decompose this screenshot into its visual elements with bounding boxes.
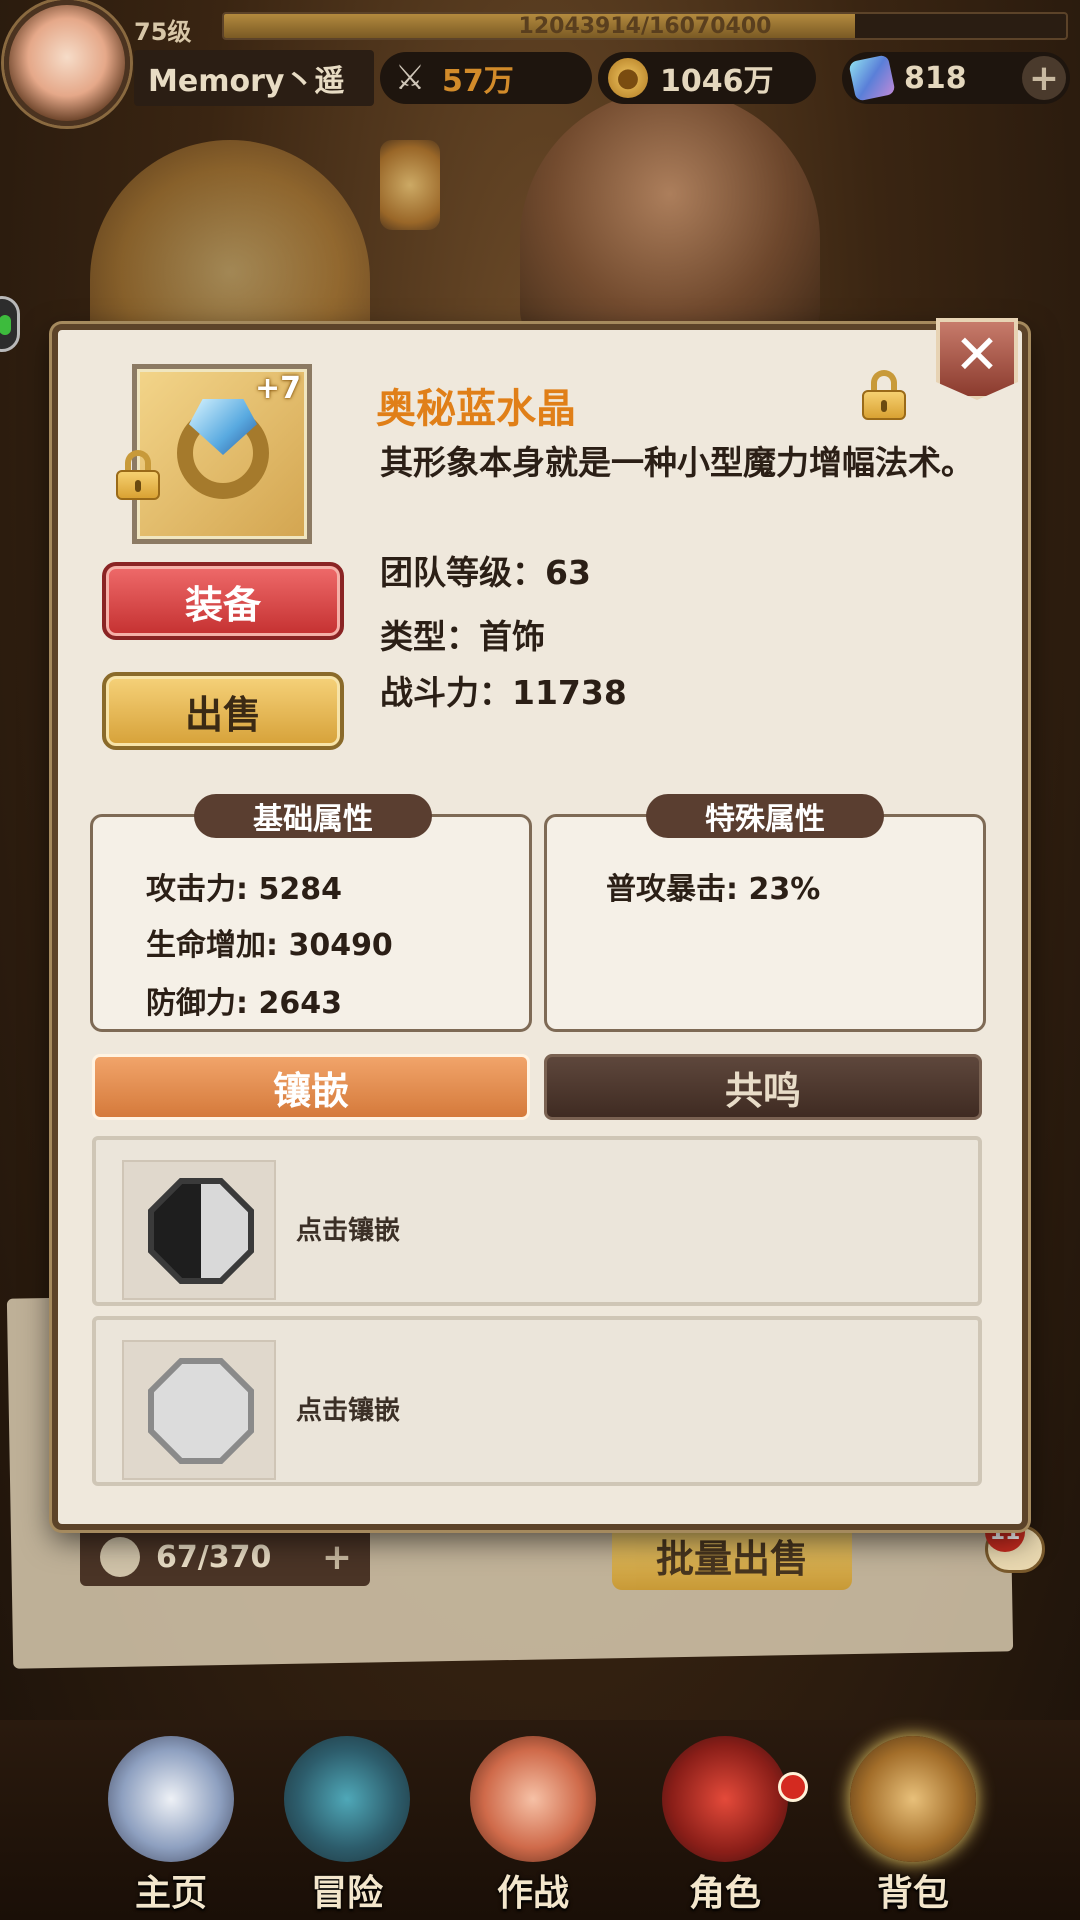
nav-bag[interactable]: 背包 (828, 1736, 998, 1920)
top-bar: 75级 12043914/16070400 Memory丶遥 ⚔ 57万 ● 1… (0, 0, 1080, 126)
castle-icon (108, 1736, 234, 1862)
bag-capacity-value: 67/370 (156, 1539, 272, 1575)
book-icon (662, 1736, 788, 1862)
attr-hp: 生命增加: 30490 (146, 928, 393, 963)
nav-battle[interactable]: 作战 (448, 1736, 618, 1920)
player-avatar[interactable] (4, 0, 130, 126)
base-attributes-title: 基础属性 (194, 794, 432, 838)
player-level: 75级 (134, 18, 192, 46)
lock-icon[interactable] (862, 370, 906, 420)
player-name: Memory丶遥 (134, 50, 374, 106)
gem-slot-frame (122, 1340, 276, 1480)
warrior-girl-icon (470, 1736, 596, 1862)
attr-crit: 普攻暴击: 23% (606, 872, 821, 907)
backpack-icon (850, 1736, 976, 1862)
attr-defense: 防御力: 2643 (146, 986, 342, 1021)
power-display: ⚔ 57万 (380, 52, 592, 104)
item-name: 奥秘蓝水晶 (376, 386, 576, 432)
expand-bag-icon: + (321, 1536, 352, 1578)
exp-bar: 12043914/16070400 (222, 12, 1068, 40)
nav-role-label: 角色 (688, 1873, 761, 1914)
exp-text: 12043914/16070400 (518, 13, 772, 39)
attr-attack: 攻击力: 5284 (146, 872, 342, 907)
nav-adventure[interactable]: 冒险 (262, 1736, 432, 1920)
coin-icon: ● (608, 58, 648, 98)
item-description: 其形象本身就是一种小型魔力增幅法术。 (380, 443, 974, 482)
tab-inlay[interactable]: 镶嵌 (92, 1054, 530, 1120)
nav-home-label: 主页 (134, 1873, 207, 1914)
sell-button[interactable]: 出售 (102, 672, 344, 750)
special-attributes-title: 特殊属性 (646, 794, 884, 838)
side-toggle-icon[interactable] (0, 296, 20, 352)
bag-capacity: 67/370 + (80, 1528, 370, 1586)
half-filled-socket-icon (148, 1178, 254, 1284)
nav-adventure-label: 冒险 (310, 1873, 383, 1914)
slot-label: 点击镶嵌 (296, 1396, 401, 1426)
gem-value: 818 (904, 60, 967, 96)
tab-resonance[interactable]: 共鸣 (544, 1054, 982, 1120)
lock-icon[interactable] (116, 450, 160, 500)
nav-bag-label: 背包 (876, 1873, 949, 1914)
gem-slot[interactable]: 点击镶嵌 (92, 1136, 982, 1306)
slot-label: 点击镶嵌 (296, 1216, 401, 1246)
nav-battle-label: 作战 (496, 1873, 569, 1914)
crossed-swords-icon: ⚔ (394, 58, 426, 98)
team-level: 团队等级：63 (380, 553, 591, 592)
crystal-icon (848, 54, 896, 102)
gem-slot-frame (122, 1160, 276, 1300)
hero-head-icon (100, 1537, 140, 1577)
add-gems-button[interactable]: + (1022, 56, 1066, 100)
equip-button[interactable]: 装备 (102, 562, 344, 640)
gold-display: ● 1046万 (598, 52, 816, 104)
power-value: 57万 (442, 64, 514, 99)
bulk-sell-button: 批量出售 (612, 1520, 852, 1590)
gem-slot[interactable]: 点击镶嵌 (92, 1316, 982, 1486)
combat-power: 战斗力：11738 (380, 673, 627, 712)
notification-dot (778, 1772, 808, 1802)
item-type: 类型：首饰 (380, 617, 545, 656)
empty-socket-icon (148, 1358, 254, 1464)
lamp (380, 140, 440, 230)
gold-value: 1046万 (660, 64, 774, 99)
portal-icon (284, 1736, 410, 1862)
nav-home[interactable]: 主页 (86, 1736, 256, 1920)
special-attributes-panel (544, 814, 986, 1032)
blacksmith-character (520, 90, 820, 350)
enhance-level: +7 (254, 371, 301, 406)
nav-role[interactable]: 角色 (640, 1736, 810, 1920)
